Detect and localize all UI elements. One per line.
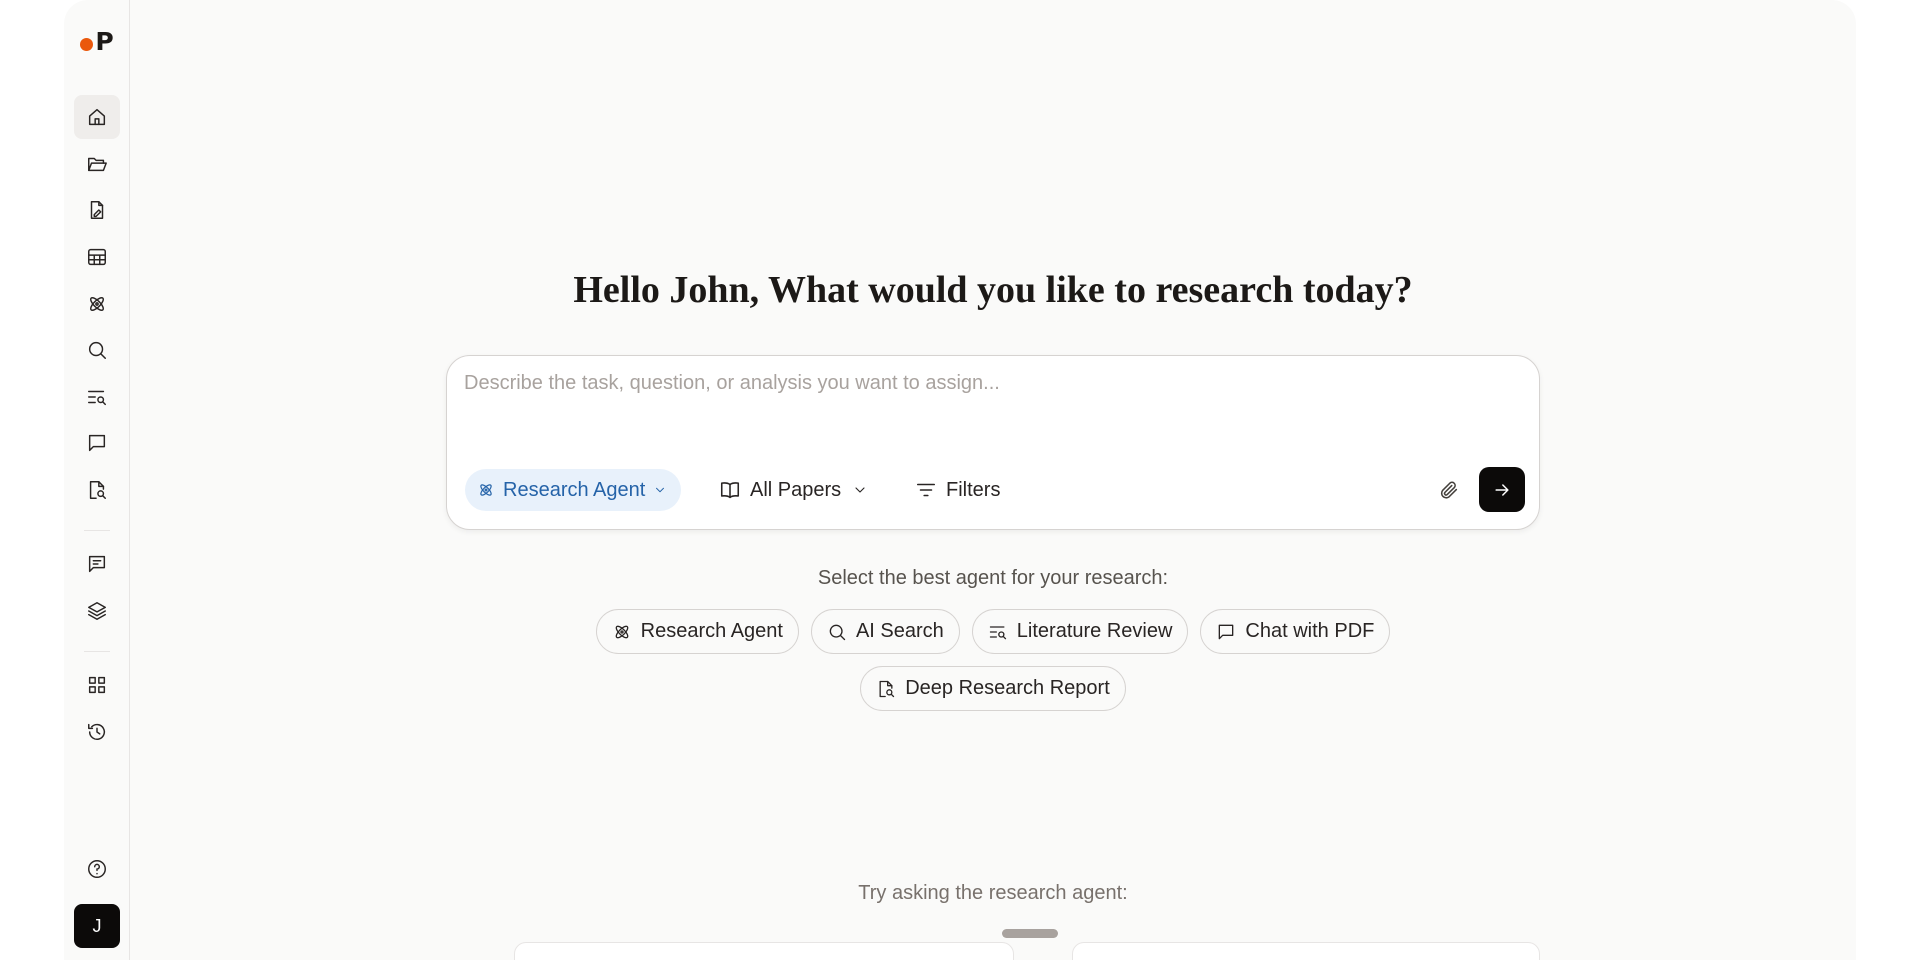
- agent-chip-label: AI Search: [855, 620, 944, 642]
- sidebar-divider: [84, 530, 110, 531]
- sidebar: P J: [64, 0, 130, 960]
- layers-icon: [88, 602, 106, 620]
- sidebar-item-tables[interactable]: [74, 235, 120, 279]
- sidebar-divider: [84, 651, 110, 652]
- history-icon: [88, 723, 106, 740]
- atom-icon: [480, 484, 492, 496]
- agent-chip-literature-review[interactable]: Literature Review: [971, 609, 1189, 654]
- message-square-icon: [88, 434, 106, 452]
- sidebar-item-collections[interactable]: [74, 589, 120, 633]
- try-asking-label: Try asking the research agent:: [858, 882, 1128, 904]
- agent-selector-label: Research Agent: [503, 478, 646, 501]
- agent-selector[interactable]: Research Agent: [465, 469, 682, 511]
- agent-chips-row-2: Deep Research Report: [130, 666, 1856, 711]
- sidebar-item-projects[interactable]: [74, 142, 120, 186]
- sidebar-item-chats[interactable]: [74, 542, 120, 586]
- filter-lines-icon: [916, 483, 936, 497]
- sidebar-item-apps[interactable]: [74, 663, 120, 707]
- folder-open-icon: [88, 157, 107, 172]
- filters-label: Filters: [946, 478, 1001, 501]
- app-frame: P J Hello John, What would you like to r…: [64, 0, 1856, 960]
- user-avatar[interactable]: J: [74, 904, 120, 948]
- agent-chip-label: Chat with PDF: [1245, 620, 1375, 642]
- agent-prompt-text: Select the best agent for your research:: [817, 567, 1169, 589]
- sidebar-item-home[interactable]: [74, 95, 120, 139]
- agent-chip-label: Literature Review: [1016, 620, 1173, 642]
- agent-chip-label: Research Agent: [640, 620, 783, 642]
- agent-chip-research-agent[interactable]: Research Agent: [595, 609, 799, 654]
- source-selector-label: All Papers: [750, 478, 842, 501]
- table-icon: [88, 248, 106, 266]
- task-composer: Research Agent All Papers Filters: [446, 355, 1540, 530]
- main-content: Hello John, What would you like to resea…: [130, 0, 1856, 960]
- file-search-icon: [879, 680, 895, 697]
- chevron-down-icon: [855, 487, 865, 493]
- message-square-icon: [1219, 624, 1234, 639]
- example-card[interactable]: [514, 942, 1014, 960]
- search-icon: [829, 624, 846, 640]
- agent-chip-ai-search[interactable]: AI Search: [810, 609, 960, 654]
- sidebar-item-ai-search[interactable]: [74, 328, 120, 372]
- arrow-right-icon: [1495, 483, 1509, 496]
- send-button[interactable]: [1479, 467, 1525, 512]
- list-search-icon: [88, 390, 106, 406]
- filters-button[interactable]: Filters: [915, 469, 1000, 511]
- example-card[interactable]: [1072, 942, 1540, 960]
- source-selector[interactable]: All Papers: [719, 469, 868, 511]
- file-edit-icon: [90, 201, 104, 219]
- list-search-icon: [989, 625, 1006, 639]
- logo-letter: P: [95, 26, 114, 56]
- sidebar-item-deep-research[interactable]: [74, 468, 120, 512]
- app-logo[interactable]: P: [74, 26, 120, 56]
- sidebar-item-help[interactable]: [74, 847, 120, 891]
- sidebar-item-research-agent[interactable]: [74, 282, 120, 326]
- sidebar-item-literature-review[interactable]: [74, 375, 120, 419]
- drag-handle[interactable]: [1002, 929, 1058, 938]
- sidebar-item-chat-pdf[interactable]: [74, 421, 120, 465]
- page-title: Hello John, What would you like to resea…: [573, 269, 1413, 311]
- atom-icon: [615, 625, 628, 638]
- atom-icon: [90, 297, 104, 311]
- agent-chips: Research Agent AI Search Literature Revi…: [130, 609, 1856, 654]
- paperclip-icon: [1440, 481, 1458, 499]
- message-text-icon: [88, 555, 106, 573]
- task-input[interactable]: [464, 372, 1504, 412]
- search-icon: [88, 341, 106, 359]
- sidebar-item-history[interactable]: [74, 710, 120, 754]
- home-icon: [88, 108, 106, 126]
- agent-chip-label: Deep Research Report: [905, 677, 1110, 699]
- agent-chip-deep-research-report[interactable]: Deep Research Report: [860, 666, 1126, 711]
- sidebar-item-documents[interactable]: [74, 188, 120, 232]
- file-search-icon: [89, 481, 106, 499]
- grid-icon: [88, 676, 106, 694]
- attach-button[interactable]: [1431, 472, 1467, 508]
- agent-chip-chat-with-pdf[interactable]: Chat with PDF: [1200, 609, 1391, 654]
- logo-dot: [80, 37, 94, 51]
- help-circle-icon: [88, 860, 106, 878]
- chevron-down-icon: [656, 487, 665, 493]
- book-open-icon: [720, 482, 740, 499]
